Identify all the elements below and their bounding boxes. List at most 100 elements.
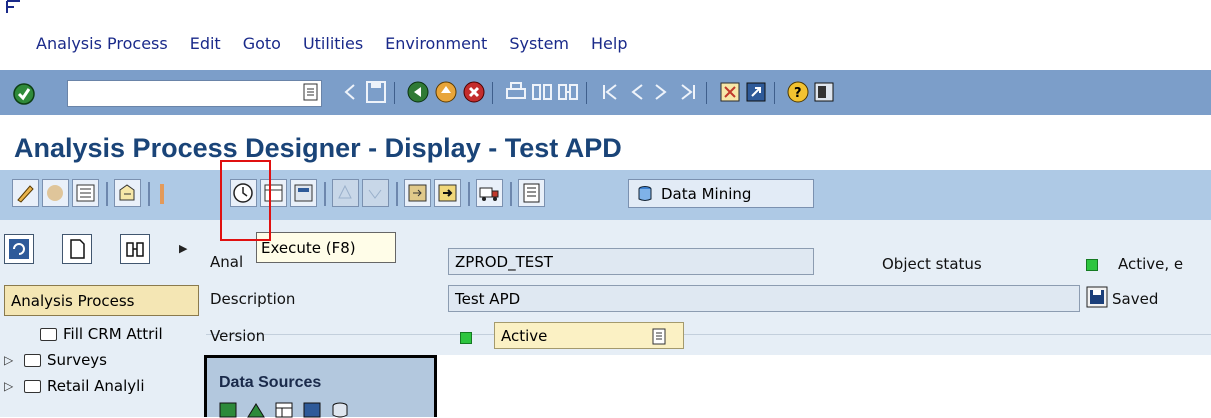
title-bar: Analysis Process Designer - Display - Te… bbox=[0, 115, 1211, 170]
version-dropdown-icon[interactable] bbox=[652, 328, 666, 345]
toolbar-separator bbox=[468, 182, 470, 206]
expand-icon[interactable]: ▷ bbox=[4, 353, 20, 367]
list-icon bbox=[76, 184, 95, 202]
back-icon[interactable] bbox=[406, 79, 430, 105]
version-value: Active bbox=[501, 326, 548, 345]
description-field[interactable]: Test APD bbox=[448, 285, 1080, 312]
save-icon[interactable] bbox=[364, 79, 388, 105]
pencil-glasses-icon bbox=[17, 185, 34, 203]
exit-icon[interactable] bbox=[434, 79, 458, 105]
folder-icon bbox=[24, 379, 41, 393]
data-mining-icon bbox=[638, 185, 652, 201]
new-session-icon[interactable] bbox=[718, 79, 742, 105]
content-area: ▶ Analysis Process Fill CRM Attril ▷ Sur… bbox=[0, 220, 1211, 418]
row-divider bbox=[206, 334, 1211, 335]
expand-icon[interactable]: ▷ bbox=[4, 379, 20, 393]
find-icon[interactable] bbox=[530, 79, 554, 105]
model-button[interactable] bbox=[260, 179, 287, 207]
calculator-icon bbox=[523, 183, 540, 203]
check-button[interactable] bbox=[42, 179, 69, 207]
command-history-icon[interactable] bbox=[303, 83, 318, 101]
new-document-icon bbox=[70, 239, 85, 259]
description-label: Description bbox=[210, 289, 296, 308]
help-icon[interactable]: ? bbox=[786, 79, 810, 105]
redo-disabled-icon bbox=[368, 189, 382, 199]
object-status-value: Active, e bbox=[1118, 254, 1184, 273]
menu-goto[interactable]: Goto bbox=[243, 34, 281, 53]
activate-button[interactable] bbox=[114, 179, 141, 207]
tree-item[interactable]: Fill CRM Attril bbox=[4, 322, 204, 346]
menu-bar: Analysis Process Edit Goto Utilities Env… bbox=[0, 0, 1211, 70]
menu-analysis-process[interactable]: Analysis Process bbox=[36, 34, 168, 53]
undo-button bbox=[332, 179, 359, 207]
toolbar-separator bbox=[396, 182, 398, 206]
undo-disabled-icon bbox=[338, 184, 352, 199]
first-page-icon[interactable] bbox=[598, 79, 622, 105]
list-button[interactable] bbox=[72, 179, 99, 207]
execute-tooltip: Execute (F8) bbox=[256, 232, 396, 263]
print-icon[interactable] bbox=[504, 79, 528, 105]
scroll-right-icon[interactable]: ▶ bbox=[179, 242, 187, 255]
system-menu-icon[interactable] bbox=[6, 0, 22, 14]
new-document-button[interactable] bbox=[62, 234, 92, 264]
infocube-icon[interactable] bbox=[219, 402, 237, 418]
maintain-icon bbox=[294, 184, 313, 202]
navigator-header[interactable]: Analysis Process bbox=[4, 285, 199, 316]
process-canvas[interactable] bbox=[437, 355, 1211, 417]
toolbar-separator bbox=[510, 182, 512, 206]
analysis-process-label: Anal bbox=[210, 252, 244, 271]
toolbar-separator bbox=[324, 182, 326, 206]
version-label: Version bbox=[210, 326, 266, 345]
page-title: Analysis Process Designer - Display - Te… bbox=[14, 133, 622, 163]
calculator-button[interactable] bbox=[518, 179, 545, 207]
data-mining-label: Data Mining bbox=[661, 184, 752, 203]
transfer-button[interactable] bbox=[434, 179, 461, 207]
maintain-button[interactable] bbox=[290, 179, 317, 207]
shortcut-icon[interactable] bbox=[744, 79, 768, 105]
menu-system[interactable]: System bbox=[509, 34, 569, 53]
model-icon bbox=[264, 184, 283, 202]
menu-environment[interactable]: Environment bbox=[385, 34, 487, 53]
disabled-marker bbox=[160, 184, 164, 204]
data-sources-panel: Data Sources bbox=[204, 355, 437, 418]
check-icon bbox=[47, 185, 63, 201]
tree-item[interactable]: ▷ Retail Analyli bbox=[4, 374, 204, 398]
object-status-label: Object status bbox=[882, 254, 982, 273]
refresh-button[interactable] bbox=[4, 234, 34, 264]
display-change-button[interactable] bbox=[12, 179, 39, 207]
folder-icon bbox=[40, 327, 57, 341]
transfer-icon bbox=[438, 184, 457, 202]
standard-toolbar: ? bbox=[0, 70, 1211, 115]
find-next-icon[interactable] bbox=[556, 79, 580, 105]
multiprovider-icon[interactable] bbox=[247, 402, 265, 418]
layout-menu-icon[interactable] bbox=[812, 79, 836, 105]
next-page-icon[interactable] bbox=[650, 79, 674, 105]
previous-page-icon[interactable] bbox=[624, 79, 648, 105]
menu-utilities[interactable]: Utilities bbox=[303, 34, 363, 53]
data-sources-title: Data Sources bbox=[219, 374, 322, 391]
last-page-icon[interactable] bbox=[676, 79, 700, 105]
database-icon[interactable] bbox=[331, 402, 349, 418]
enter-check-icon[interactable] bbox=[12, 82, 36, 106]
toolbar-separator bbox=[148, 182, 150, 206]
find-button[interactable] bbox=[120, 234, 150, 264]
toolbar-separator bbox=[106, 182, 108, 206]
file-icon[interactable] bbox=[303, 402, 321, 418]
back-arrow-icon[interactable] bbox=[338, 79, 362, 105]
menu-help[interactable]: Help bbox=[591, 34, 627, 53]
saved-status-icon bbox=[1086, 286, 1108, 308]
tree-item-label: Surveys bbox=[47, 351, 107, 369]
copy-button[interactable] bbox=[404, 179, 431, 207]
transport-button[interactable] bbox=[476, 179, 503, 207]
cancel-icon[interactable] bbox=[462, 79, 486, 105]
tree-item[interactable]: ▷ Surveys bbox=[4, 348, 204, 372]
command-field[interactable] bbox=[67, 80, 322, 107]
toolbar-separator bbox=[492, 82, 493, 104]
execute-button[interactable] bbox=[230, 179, 257, 207]
execute-clock-icon bbox=[233, 183, 253, 203]
svg-text:?: ? bbox=[794, 86, 802, 101]
toolbar-separator bbox=[394, 82, 395, 104]
table-icon[interactable] bbox=[275, 402, 293, 418]
data-mining-button[interactable]: Data Mining bbox=[628, 179, 814, 208]
menu-edit[interactable]: Edit bbox=[190, 34, 221, 53]
